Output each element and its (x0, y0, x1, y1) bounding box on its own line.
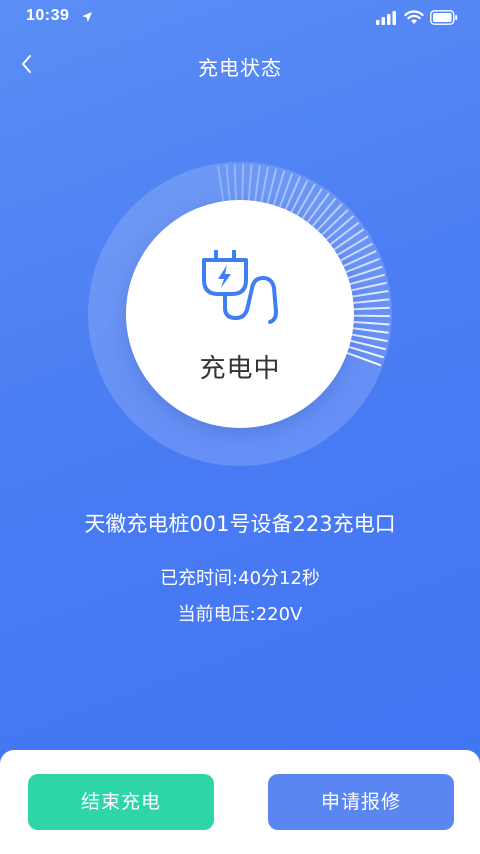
cellular-signal-icon (376, 11, 396, 25)
progress-tick (241, 164, 245, 201)
charge-duration: 已充时间:40分12秒 (160, 568, 320, 589)
page-title: 充电状态 (198, 56, 282, 80)
request-repair-button[interactable]: 申请报修 (268, 774, 454, 830)
progress-tick (233, 164, 238, 201)
location-arrow-icon (82, 12, 92, 22)
status-bar: 10:39 (0, 0, 480, 36)
wifi-icon (404, 10, 424, 24)
nav-bar: 充电状态 (0, 40, 480, 88)
progress-tick (353, 314, 391, 318)
end-charging-button[interactable]: 结束充电 (28, 774, 214, 830)
current-voltage: 当前电压:220V (177, 604, 303, 625)
charging-plug-icon (202, 250, 279, 324)
charging-status-label: 充电中 (199, 354, 281, 384)
status-time: 10:39 (26, 7, 70, 24)
status-circle: 充电中 (126, 200, 354, 428)
action-panel: 结束充电 申请报修 (0, 750, 480, 854)
battery-icon (430, 10, 458, 25)
device-name: 天徽充电桩001号设备223充电口 (84, 512, 396, 536)
